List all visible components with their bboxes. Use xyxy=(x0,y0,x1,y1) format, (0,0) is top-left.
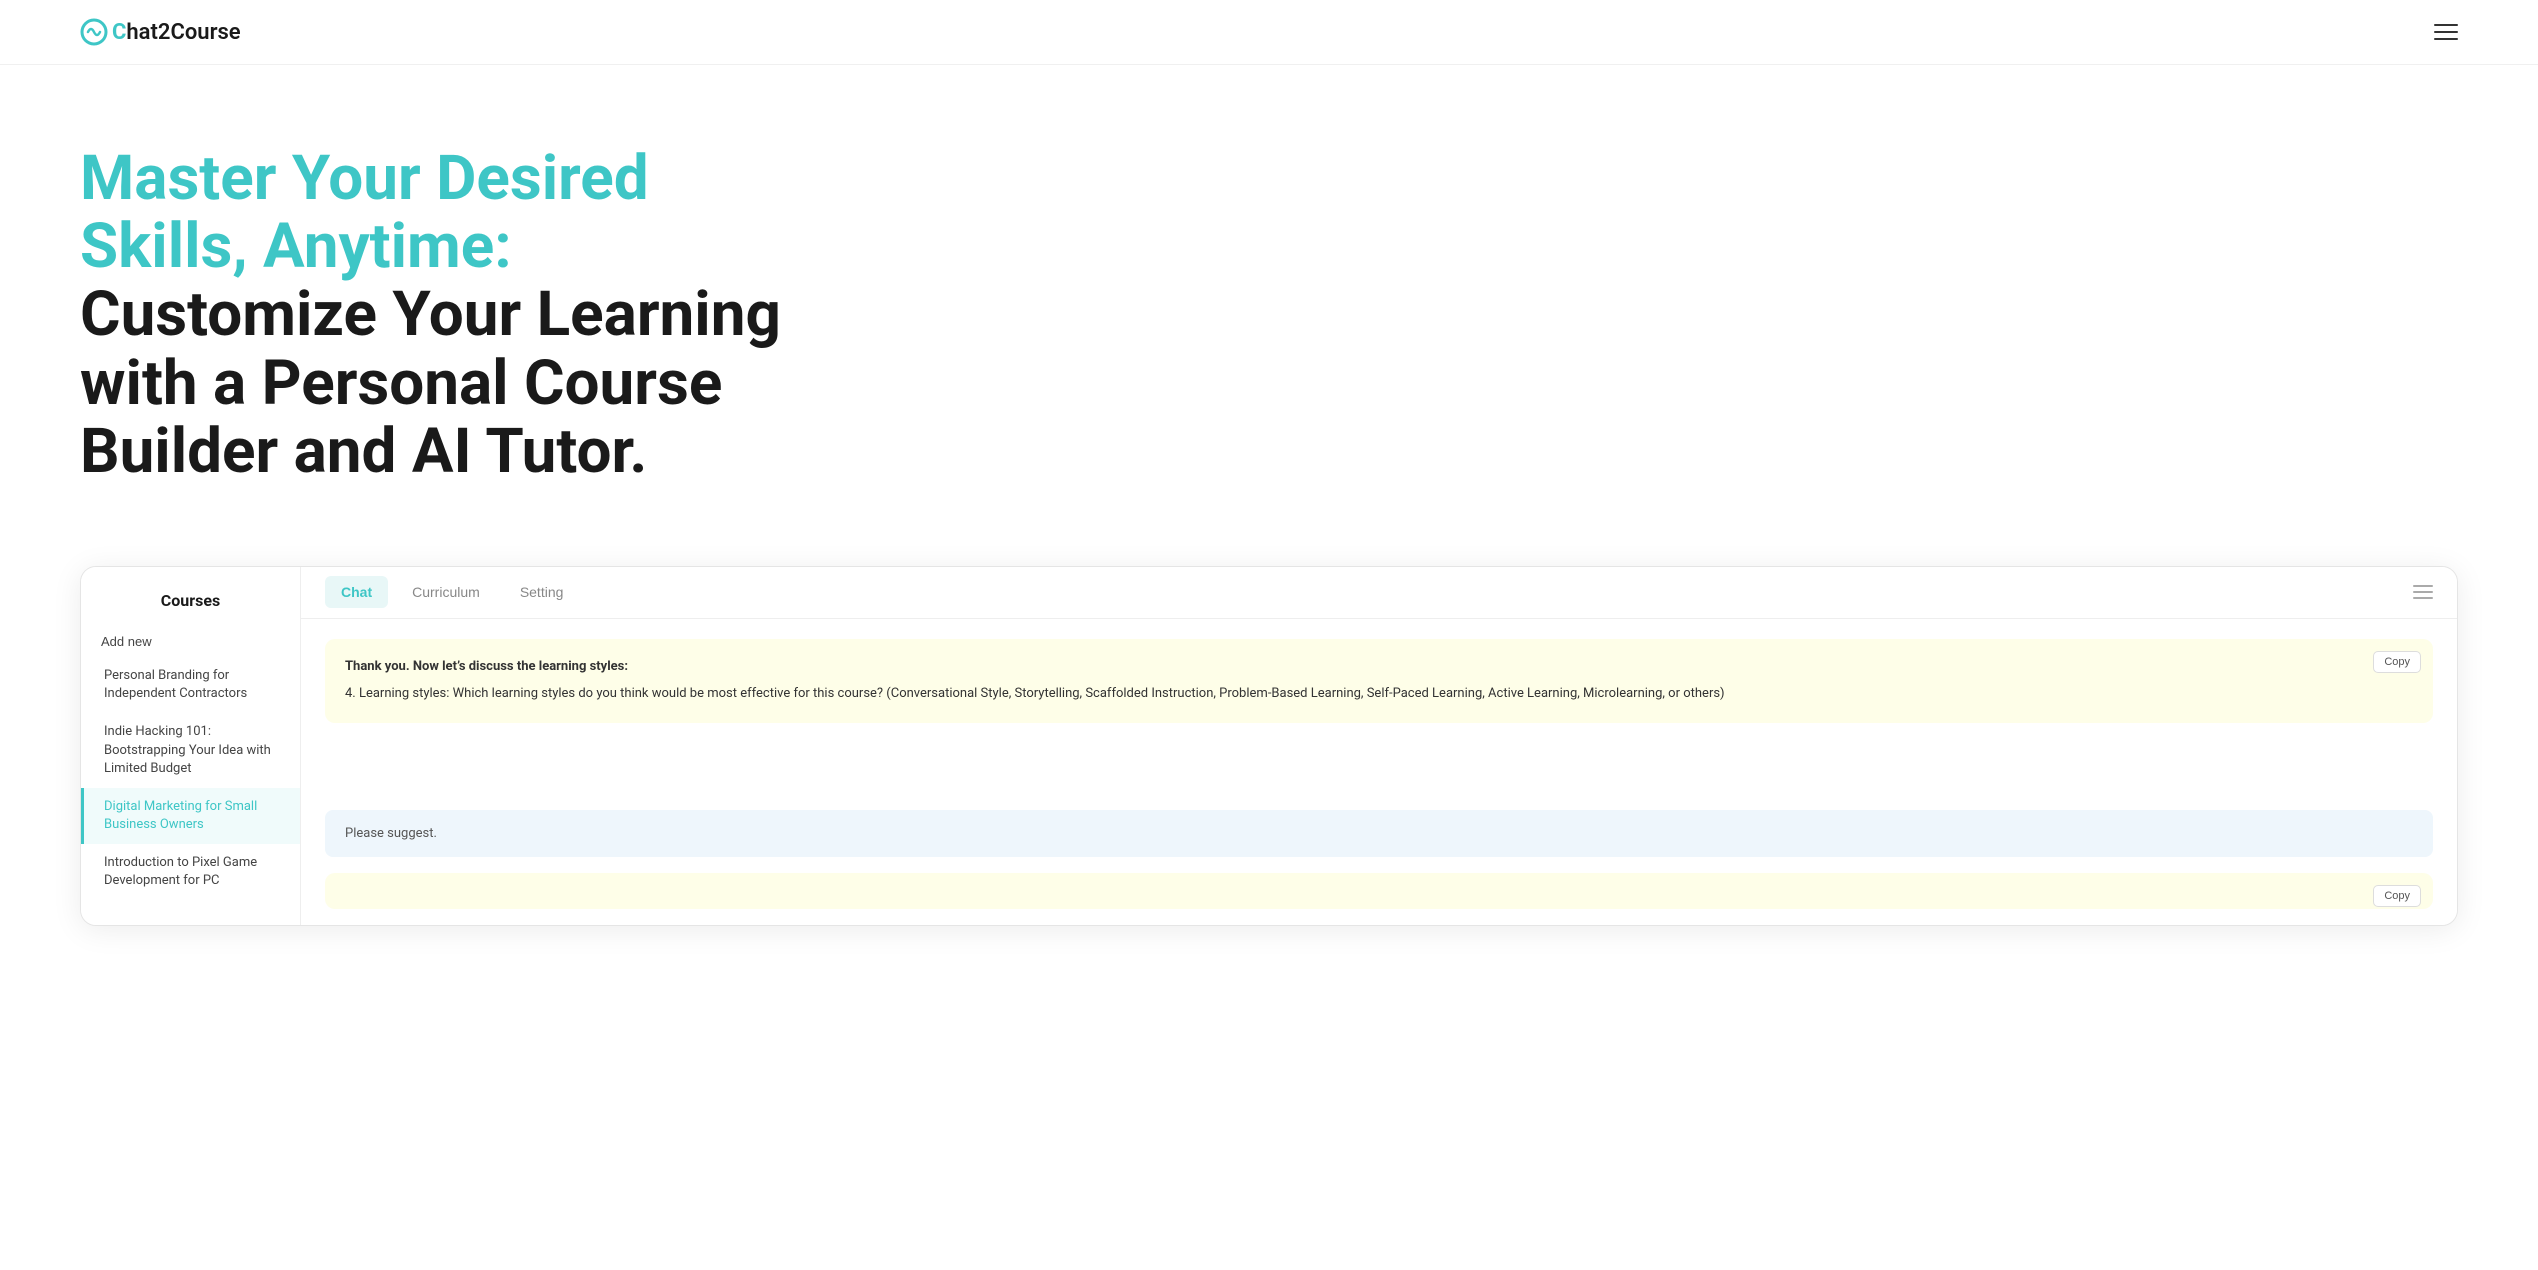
sidebar-title: Courses xyxy=(81,591,300,610)
logo-text: Chat2Course xyxy=(112,20,241,45)
chat-input[interactable]: Please suggest. xyxy=(325,810,2433,857)
tabs-header: Chat Curriculum Setting xyxy=(301,567,2457,619)
ai-message-1: Copy Thank you. Now let’s discuss the le… xyxy=(325,639,2433,723)
sidebar: Courses Add new Personal Branding for In… xyxy=(81,567,301,925)
hero-section: Master Your Desired Skills, Anytime: Cus… xyxy=(0,65,900,546)
tab-setting[interactable]: Setting xyxy=(504,576,580,608)
hero-title: Master Your Desired Skills, Anytime: Cus… xyxy=(80,145,820,486)
course-item-1[interactable]: Indie Hacking 101: Bootstrapping Your Id… xyxy=(81,713,300,788)
hamburger-menu-icon[interactable] xyxy=(2434,24,2458,40)
main-content: Chat Curriculum Setting Copy Thank you. … xyxy=(301,567,2457,925)
tab-chat[interactable]: Chat xyxy=(325,576,388,608)
add-new-button[interactable]: Add new xyxy=(81,626,300,657)
ai-message-2: Copy xyxy=(325,873,2433,909)
copy-button-1[interactable]: Copy xyxy=(2373,651,2421,673)
app-menu-icon[interactable] xyxy=(2413,585,2433,599)
course-item-2[interactable]: Digital Marketing for Small Business Own… xyxy=(81,788,300,844)
tab-curriculum[interactable]: Curriculum xyxy=(396,576,496,608)
logo[interactable]: Chat2Course xyxy=(80,18,241,46)
course-item-3[interactable]: Introduction to Pixel Game Development f… xyxy=(81,844,300,900)
app-preview: Courses Add new Personal Branding for In… xyxy=(80,566,2458,926)
navbar: Chat2Course xyxy=(0,0,2538,65)
chat-area: Copy Thank you. Now let’s discuss the le… xyxy=(301,619,2457,810)
course-item-0[interactable]: Personal Branding for Independent Contra… xyxy=(81,657,300,713)
tabs-nav: Chat Curriculum Setting xyxy=(325,576,579,608)
copy-button-2[interactable]: Copy xyxy=(2373,885,2421,907)
logo-icon xyxy=(80,18,108,46)
